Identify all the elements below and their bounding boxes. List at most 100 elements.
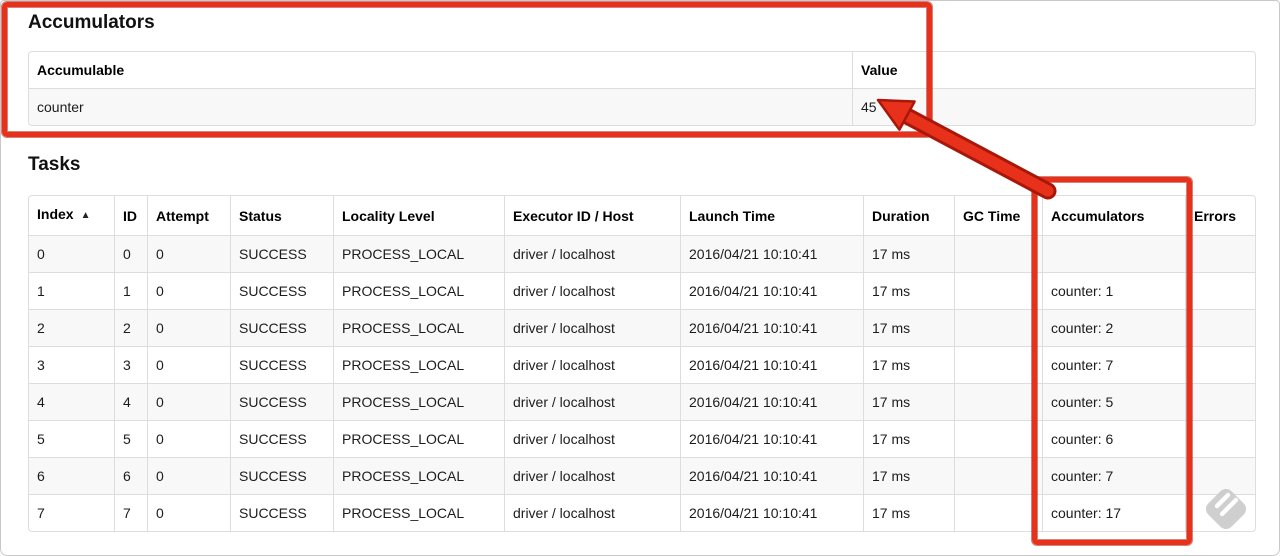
col-header-gc-time[interactable]: GC Time [954,196,1042,235]
cell-locality-level: PROCESS_LOCAL [333,346,504,383]
cell-gc-time [954,383,1042,420]
cell-errors [1185,272,1255,309]
col-header-label: Accumulable [37,62,125,78]
cell-locality-level: PROCESS_LOCAL [333,309,504,346]
cell-gc-time [954,420,1042,457]
cell-errors [1185,346,1255,383]
cell-attempt: 0 [147,494,230,531]
cell-errors [1185,420,1255,457]
cell-index: 6 [29,457,114,494]
cell-accumulators [1042,235,1185,272]
col-header-label: GC Time [963,207,1021,224]
col-header-launch-time[interactable]: Launch Time [680,196,863,235]
cell-launch-time: 2016/04/21 10:10:41 [680,420,863,457]
cell-executor-id-host: driver / localhost [504,457,680,494]
table-header-row: Index ▲ ID Attempt Status Locality Level Execu… [29,196,1255,235]
cell-launch-time: 2016/04/21 10:10:41 [680,235,863,272]
table-row: 3 3 0 SUCCESS PROCESS_LOCAL driver / localhos… [29,346,1255,383]
cell-duration: 17 ms [863,420,954,457]
cell-accumulators: counter: 7 [1042,457,1185,494]
cell-index: 4 [29,383,114,420]
col-header-label: Duration [872,207,930,224]
cell-duration: 17 ms [863,309,954,346]
col-header-label: Launch Time [689,207,776,224]
table-row: 0 0 0 SUCCESS PROCESS_LOCAL driver / localhos… [29,235,1255,272]
table-header-row: Accumulable Value [29,52,1255,88]
cell-index: 0 [29,235,114,272]
col-header-accumulable[interactable]: Accumulable [29,52,852,88]
cell-locality-level: PROCESS_LOCAL [333,420,504,457]
cell-gc-time [954,457,1042,494]
cell-duration: 17 ms [863,457,954,494]
cell-index: 3 [29,346,114,383]
cell-gc-time [954,494,1042,531]
col-header-locality-level[interactable]: Locality Level [333,196,504,235]
cell-accumulators: counter: 7 [1042,346,1185,383]
cell-gc-time [954,346,1042,383]
col-header-errors[interactable]: Errors [1185,196,1255,235]
cell-duration: 17 ms [863,494,954,531]
col-header-label: Executor ID / Host [513,207,634,224]
cell-status: SUCCESS [230,309,333,346]
col-header-label: Locality Level [342,207,435,224]
cell-errors [1185,494,1255,531]
cell-accumulable: counter [29,88,852,125]
cell-executor-id-host: driver / localhost [504,346,680,383]
cell-duration: 17 ms [863,235,954,272]
cell-id: 7 [114,494,147,531]
cell-accumulators: counter: 6 [1042,420,1185,457]
cell-id: 5 [114,420,147,457]
cell-id: 1 [114,272,147,309]
cell-status: SUCCESS [230,457,333,494]
col-header-label: Attempt [156,207,209,224]
cell-index: 2 [29,309,114,346]
col-header-value[interactable]: Value [852,52,1255,88]
cell-executor-id-host: driver / localhost [504,383,680,420]
col-header-label: Errors [1194,207,1237,224]
cell-id: 2 [114,309,147,346]
col-header-index[interactable]: Index ▲ [29,196,114,235]
cell-accumulators: counter: 17 [1042,494,1185,531]
cell-attempt: 0 [147,420,230,457]
cell-locality-level: PROCESS_LOCAL [333,235,504,272]
col-header-attempt[interactable]: Attempt [147,196,230,235]
stage-page-content: Accumulators Accumulable Value counter 45 T… [28,1,1256,532]
accumulators-table: Accumulable Value counter 45 [28,51,1256,126]
cell-index: 1 [29,272,114,309]
col-header-label: Value [861,62,898,78]
col-header-duration[interactable]: Duration [863,196,954,235]
cell-attempt: 0 [147,309,230,346]
cell-errors [1185,235,1255,272]
spark-ui-page: Accumulators Accumulable Value counter 45 T… [0,0,1280,556]
cell-status: SUCCESS [230,420,333,457]
cell-attempt: 0 [147,272,230,309]
table-row: 5 5 0 SUCCESS PROCESS_LOCAL driver / localhos… [29,420,1255,457]
col-header-label: Accumulators [1051,207,1145,224]
cell-executor-id-host: driver / localhost [504,494,680,531]
table-row: counter 45 [29,88,1255,125]
cell-executor-id-host: driver / localhost [504,272,680,309]
cell-status: SUCCESS [230,235,333,272]
col-header-label: Index [37,206,74,222]
cell-index: 5 [29,420,114,457]
cell-locality-level: PROCESS_LOCAL [333,457,504,494]
col-header-status[interactable]: Status [230,196,333,235]
cell-gc-time [954,235,1042,272]
cell-launch-time: 2016/04/21 10:10:41 [680,346,863,383]
col-header-executor-id-host[interactable]: Executor ID / Host [504,196,680,235]
col-header-label: Status [239,207,282,224]
tasks-section-title: Tasks [28,154,81,175]
cell-attempt: 0 [147,235,230,272]
cell-duration: 17 ms [863,346,954,383]
cell-errors [1185,383,1255,420]
cell-id: 6 [114,457,147,494]
table-row: 7 7 0 SUCCESS PROCESS_LOCAL driver / localhos… [29,494,1255,531]
table-row: 4 4 0 SUCCESS PROCESS_LOCAL driver / localhos… [29,383,1255,420]
cell-launch-time: 2016/04/21 10:10:41 [680,309,863,346]
cell-launch-time: 2016/04/21 10:10:41 [680,457,863,494]
sort-ascending-icon: ▲ [80,210,91,221]
col-header-id[interactable]: ID [114,196,147,235]
cell-attempt: 0 [147,383,230,420]
col-header-label: ID [123,207,137,224]
col-header-accumulators[interactable]: Accumulators [1042,196,1185,235]
